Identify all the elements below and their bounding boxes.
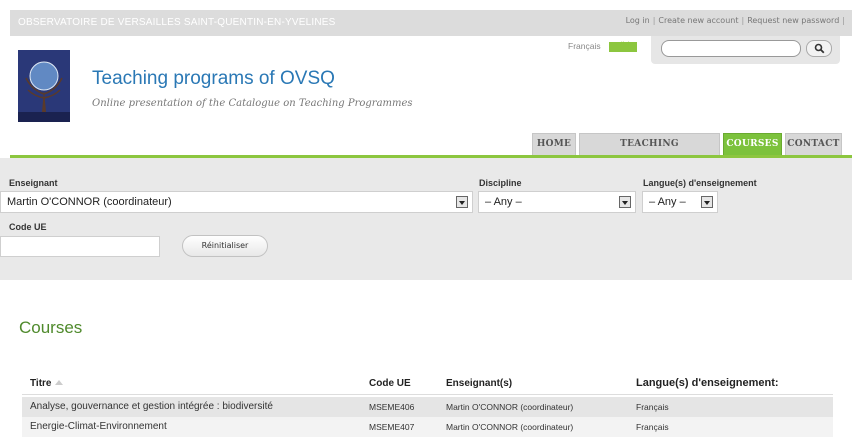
site-header: Teaching programs of OVSQ Online present… bbox=[10, 36, 852, 170]
language-switcher: Français English bbox=[568, 41, 637, 52]
course-language: Français bbox=[636, 422, 669, 432]
code-ue-label: Code UE bbox=[9, 222, 47, 232]
top-bar: OBSERVATOIRE DE VERSAILLES SAINT-QUENTIN… bbox=[10, 10, 852, 36]
site-name-banner: OBSERVATOIRE DE VERSAILLES SAINT-QUENTIN… bbox=[18, 17, 336, 28]
enseignant-label: Enseignant bbox=[9, 178, 58, 188]
site-slogan: Online presentation of the Catalogue on … bbox=[92, 98, 413, 109]
table-row: Energie-Climat-Environnement MSEME407 Ma… bbox=[22, 417, 833, 437]
col-titre-label: Titre bbox=[30, 378, 52, 389]
dropdown-arrow-icon bbox=[701, 196, 713, 208]
table-header: Titre Code UE Enseignant(s) Langue(s) d'… bbox=[22, 371, 833, 395]
course-title-link[interactable]: Analyse, gouvernance et gestion intégrée… bbox=[30, 401, 273, 412]
create-account-link[interactable]: Create new account bbox=[658, 16, 738, 25]
table-row: Analyse, gouvernance et gestion intégrée… bbox=[22, 397, 833, 417]
search-button[interactable] bbox=[806, 40, 832, 57]
langue-select[interactable]: – Any – bbox=[642, 191, 718, 213]
course-language: Français bbox=[636, 402, 669, 412]
tab-teaching-programmes[interactable]: TEACHING PROGRAMMES bbox=[579, 133, 720, 170]
course-code: MSEME407 bbox=[369, 422, 415, 432]
langue-label: Langue(s) d'enseignement bbox=[643, 178, 757, 188]
langue-value: – Any – bbox=[649, 196, 686, 208]
tree-globe-logo-icon bbox=[18, 50, 70, 122]
lang-fr-link[interactable]: Français bbox=[568, 41, 601, 51]
enseignant-value: Martin O'CONNOR (coordinateur) bbox=[7, 196, 172, 208]
discipline-label: Discipline bbox=[479, 178, 522, 188]
user-links: Log in | Create new account | Request new pa… bbox=[626, 16, 848, 25]
course-code: MSEME406 bbox=[369, 402, 415, 412]
sort-asc-icon bbox=[54, 380, 63, 385]
code-ue-input[interactable] bbox=[0, 236, 160, 257]
discipline-select[interactable]: – Any – bbox=[478, 191, 636, 213]
search-box bbox=[651, 36, 840, 64]
search-input[interactable] bbox=[661, 40, 801, 57]
site-logo[interactable] bbox=[18, 50, 70, 122]
site-title[interactable]: Teaching programs of OVSQ bbox=[92, 68, 335, 90]
separator: | bbox=[842, 16, 845, 25]
enseignant-select[interactable]: Martin O'CONNOR (coordinateur) bbox=[0, 191, 473, 213]
filter-form: Enseignant Martin O'CONNOR (coordinateur… bbox=[0, 158, 852, 280]
reset-button[interactable]: Réinitialiser bbox=[182, 235, 268, 257]
tab-home[interactable]: HOME bbox=[532, 133, 576, 155]
separator: | bbox=[652, 16, 656, 25]
page-title: Courses bbox=[19, 318, 83, 337]
login-link[interactable]: Log in bbox=[626, 16, 650, 25]
discipline-value: – Any – bbox=[485, 196, 522, 208]
col-langue-header: Langue(s) d'enseignement: bbox=[636, 377, 779, 389]
tab-courses[interactable]: COURSES bbox=[723, 133, 782, 155]
lang-en-link[interactable]: English bbox=[608, 41, 637, 52]
separator: | bbox=[741, 16, 745, 25]
search-icon bbox=[814, 43, 824, 54]
col-titre-header[interactable]: Titre bbox=[30, 378, 63, 389]
dropdown-arrow-icon bbox=[619, 196, 631, 208]
course-teacher-link[interactable]: Martin O'CONNOR (coordinateur) bbox=[446, 402, 573, 412]
col-enseignants-header[interactable]: Enseignant(s) bbox=[446, 378, 512, 389]
request-password-link[interactable]: Request new password bbox=[747, 16, 839, 25]
course-title-link[interactable]: Energie-Climat-Environnement bbox=[30, 421, 167, 432]
tab-contact[interactable]: CONTACT bbox=[785, 133, 842, 155]
col-code-header[interactable]: Code UE bbox=[369, 378, 411, 389]
course-teacher-link[interactable]: Martin O'CONNOR (coordinateur) bbox=[446, 422, 573, 432]
dropdown-arrow-icon bbox=[456, 196, 468, 208]
